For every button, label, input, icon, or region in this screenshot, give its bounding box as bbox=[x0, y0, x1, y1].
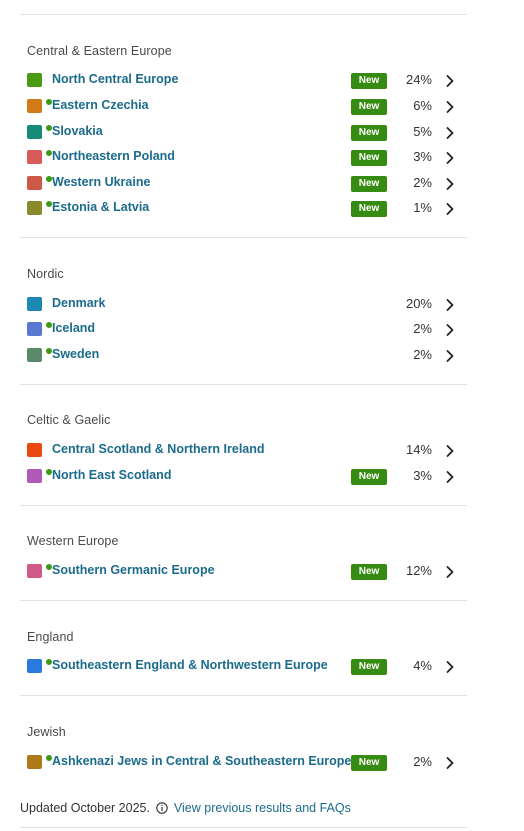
region-color-swatch bbox=[27, 200, 53, 215]
chevron-right-icon[interactable] bbox=[445, 444, 455, 458]
footer: Updated October 2025. View previous resu… bbox=[20, 801, 351, 815]
region-percent: 2% bbox=[413, 175, 432, 190]
region-name-link[interactable]: Northeastern Poland bbox=[52, 149, 175, 163]
region-percent: 4% bbox=[413, 658, 432, 673]
region-row-north-east-scotland[interactable]: North East Scotland New 3% bbox=[20, 467, 467, 487]
region-color-swatch bbox=[27, 124, 53, 139]
section-divider bbox=[20, 827, 467, 828]
section-title-western-europe: Western Europe bbox=[27, 534, 119, 548]
region-row-north-central-europe[interactable]: North Central Europe New 24% bbox=[20, 71, 467, 91]
region-name-link[interactable]: Central Scotland & Northern Ireland bbox=[52, 442, 265, 456]
region-row-sweden[interactable]: Sweden 2% bbox=[20, 346, 467, 366]
new-badge: New bbox=[351, 99, 387, 115]
section-divider bbox=[20, 600, 467, 601]
region-color-swatch bbox=[27, 175, 53, 190]
chevron-right-icon[interactable] bbox=[445, 470, 455, 484]
region-percent: 24% bbox=[405, 72, 432, 87]
new-badge: New bbox=[351, 564, 387, 580]
region-color-swatch bbox=[27, 73, 42, 87]
region-percent: 5% bbox=[413, 124, 432, 139]
region-name-link[interactable]: Ashkenazi Jews in Central & Southeastern… bbox=[52, 754, 351, 768]
chevron-right-icon[interactable] bbox=[445, 298, 455, 312]
info-icon[interactable] bbox=[156, 802, 169, 814]
chevron-right-icon[interactable] bbox=[445, 126, 455, 140]
region-percent: 20% bbox=[405, 296, 432, 311]
region-percent: 12% bbox=[405, 563, 432, 578]
region-percent: 2% bbox=[413, 347, 432, 362]
region-name-link[interactable]: Sweden bbox=[52, 347, 99, 361]
region-percent: 3% bbox=[413, 468, 432, 483]
region-row-estonia-and-latvia[interactable]: Estonia & Latvia New 1% bbox=[20, 199, 467, 219]
region-name-link[interactable]: Southeastern England & Northwestern Euro… bbox=[52, 658, 328, 672]
region-color-swatch bbox=[27, 658, 53, 673]
region-color-swatch bbox=[27, 443, 42, 457]
chevron-right-icon[interactable] bbox=[445, 660, 455, 674]
region-name-link[interactable]: North East Scotland bbox=[52, 468, 171, 482]
new-badge: New bbox=[351, 150, 387, 166]
section-divider bbox=[20, 384, 467, 385]
region-color-swatch bbox=[27, 321, 53, 336]
section-title-nordic: Nordic bbox=[27, 267, 64, 281]
new-badge: New bbox=[351, 125, 387, 141]
region-name-link[interactable]: Estonia & Latvia bbox=[52, 200, 149, 214]
region-name-link[interactable]: Southern Germanic Europe bbox=[52, 563, 215, 577]
region-name-link[interactable]: Iceland bbox=[52, 321, 95, 335]
region-row-southern-germanic-europe[interactable]: Southern Germanic Europe New 12% bbox=[20, 562, 467, 582]
new-badge: New bbox=[351, 201, 387, 217]
region-percent: 3% bbox=[413, 149, 432, 164]
region-row-slovakia[interactable]: Slovakia New 5% bbox=[20, 123, 467, 143]
chevron-right-icon[interactable] bbox=[445, 100, 455, 114]
region-color-swatch bbox=[27, 297, 42, 311]
region-name-link[interactable]: Western Ukraine bbox=[52, 175, 150, 189]
region-percent: 6% bbox=[413, 98, 432, 113]
region-name-link[interactable]: Slovakia bbox=[52, 124, 103, 138]
new-badge: New bbox=[351, 755, 387, 771]
section-title-central-and-eastern-europe: Central & Eastern Europe bbox=[27, 44, 172, 58]
region-name-link[interactable]: Eastern Czechia bbox=[52, 98, 149, 112]
region-color-swatch bbox=[27, 347, 53, 362]
region-percent: 2% bbox=[413, 754, 432, 769]
region-name-link[interactable]: Denmark bbox=[52, 296, 106, 310]
chevron-right-icon[interactable] bbox=[445, 74, 455, 88]
region-color-swatch bbox=[27, 468, 53, 483]
region-row-western-ukraine[interactable]: Western Ukraine New 2% bbox=[20, 174, 467, 194]
new-badge: New bbox=[351, 659, 387, 675]
new-badge: New bbox=[351, 469, 387, 485]
section-divider bbox=[20, 695, 467, 696]
region-row-central-scotland-and-northern-ireland[interactable]: Central Scotland & Northern Ireland 14% bbox=[20, 441, 467, 461]
region-row-southeastern-england-and-northwestern-europe[interactable]: Southeastern England & Northwestern Euro… bbox=[20, 657, 467, 677]
section-divider bbox=[20, 237, 467, 238]
chevron-right-icon[interactable] bbox=[445, 151, 455, 165]
region-percent: 1% bbox=[413, 200, 432, 215]
section-title-jewish: Jewish bbox=[27, 725, 66, 739]
chevron-right-icon[interactable] bbox=[445, 177, 455, 191]
chevron-right-icon[interactable] bbox=[445, 565, 455, 579]
region-percent: 2% bbox=[413, 321, 432, 336]
chevron-right-icon[interactable] bbox=[445, 323, 455, 337]
region-percent: 14% bbox=[405, 442, 432, 457]
region-row-iceland[interactable]: Iceland 2% bbox=[20, 320, 467, 340]
new-badge: New bbox=[351, 176, 387, 192]
new-badge: New bbox=[351, 73, 387, 89]
view-previous-results-link[interactable]: View previous results and FAQs bbox=[174, 801, 351, 815]
region-name-link[interactable]: North Central Europe bbox=[52, 72, 178, 86]
chevron-right-icon[interactable] bbox=[445, 349, 455, 363]
section-title-celtic-and-gaelic: Celtic & Gaelic bbox=[27, 413, 111, 427]
section-title-england: England bbox=[27, 630, 74, 644]
section-divider bbox=[20, 14, 467, 15]
region-row-ashkenazi-jews-in-central-and-southeastern-europe[interactable]: Ashkenazi Jews in Central & Southeastern… bbox=[20, 753, 467, 773]
updated-text: Updated October 2025. bbox=[20, 801, 150, 815]
region-color-swatch bbox=[27, 149, 53, 164]
region-color-swatch bbox=[27, 754, 53, 769]
section-divider bbox=[20, 505, 467, 506]
region-color-swatch bbox=[27, 98, 53, 113]
region-row-eastern-czechia[interactable]: Eastern Czechia New 6% bbox=[20, 97, 467, 117]
region-row-northeastern-poland[interactable]: Northeastern Poland New 3% bbox=[20, 148, 467, 168]
region-row-denmark[interactable]: Denmark 20% bbox=[20, 295, 467, 315]
chevron-right-icon[interactable] bbox=[445, 756, 455, 770]
chevron-right-icon[interactable] bbox=[445, 202, 455, 216]
region-color-swatch bbox=[27, 563, 53, 578]
